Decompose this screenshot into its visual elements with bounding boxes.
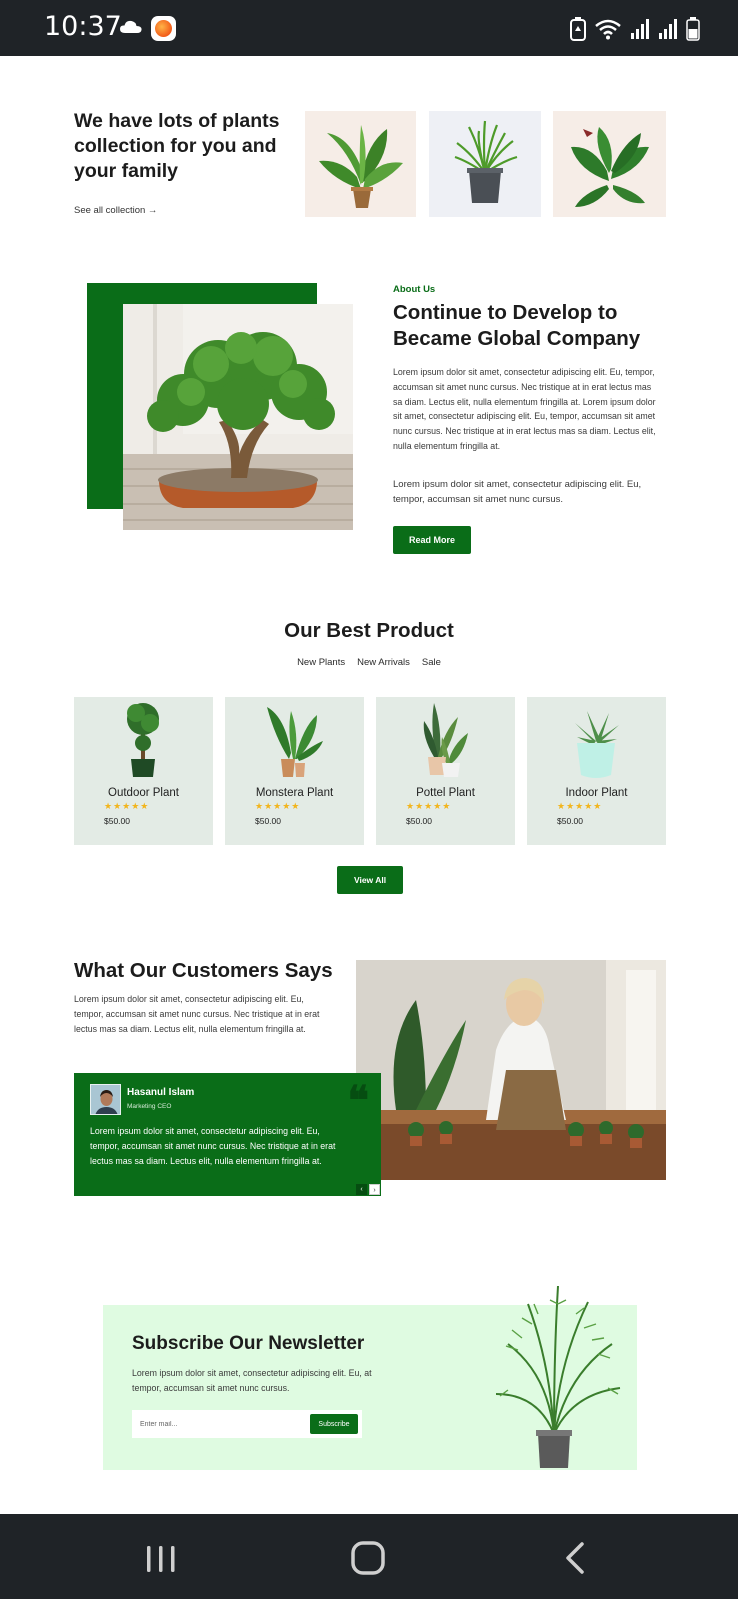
- reviewer-role: Marketing CEO: [127, 1103, 172, 1110]
- tab-sale[interactable]: Sale: [422, 657, 441, 668]
- product-name: Indoor Plant: [565, 787, 628, 799]
- rating-stars-icon: ★★★★★: [557, 801, 603, 811]
- prev-arrow-button[interactable]: ‹: [356, 1184, 367, 1195]
- plant-image: [267, 707, 323, 777]
- product-price: $50.00: [255, 816, 281, 826]
- plant-image: [127, 703, 159, 777]
- palm-plant-image: [488, 1284, 628, 1470]
- avatar: [90, 1084, 121, 1115]
- battery-icon: [686, 17, 700, 41]
- reviewer-name: Hasanul Islam: [127, 1087, 195, 1098]
- product-name: Pottel Plant: [416, 787, 475, 799]
- plant-image: [575, 711, 619, 778]
- see-all-collection-link[interactable]: See all collection →: [74, 205, 157, 216]
- product-card[interactable]: Pottel Plant ★★★★★ $50.00: [376, 697, 515, 845]
- plant-image: [423, 703, 468, 777]
- plant-image: [319, 125, 403, 208]
- product-card[interactable]: Indoor Plant ★★★★★ $50.00: [527, 697, 666, 845]
- newsletter-title: Subscribe Our Newsletter: [132, 1333, 365, 1354]
- testimonials-paragraph: Lorem ipsum dolor sit amet, consectetur …: [74, 994, 320, 1034]
- testimonial-text: Lorem ipsum dolor sit amet, consectetur …: [90, 1126, 336, 1166]
- battery-saver-icon: [570, 17, 586, 41]
- gardener-photo: [356, 960, 666, 1180]
- product-card[interactable]: Monstera Plant ★★★★★ $50.00: [225, 697, 364, 845]
- status-icons: [570, 15, 700, 43]
- cloud-icon: [120, 20, 142, 34]
- product-price: $50.00: [406, 816, 432, 826]
- testimonial-card: Hasanul Islam Marketing CEO ❝ Lorem ipsu…: [74, 1073, 381, 1196]
- products-title: Our Best Product: [284, 619, 454, 642]
- newsletter-form: Subscribe: [132, 1410, 362, 1438]
- rating-stars-icon: ★★★★★: [406, 801, 452, 811]
- plant-image: [571, 127, 649, 207]
- email-field[interactable]: [140, 1416, 300, 1432]
- about-paragraph-1: Lorem ipsum dolor sit amet, consectetur …: [393, 367, 656, 451]
- product-price: $50.00: [557, 816, 583, 826]
- testimonials-title: What Our Customers Says: [74, 959, 333, 982]
- collection-title: We have lots of plants collection for yo…: [74, 110, 280, 182]
- about-kicker: About Us: [393, 284, 436, 295]
- back-icon[interactable]: [556, 1538, 596, 1578]
- recent-apps-icon[interactable]: [141, 1538, 181, 1578]
- plant-image: [454, 120, 518, 203]
- read-more-button[interactable]: Read More: [393, 526, 471, 554]
- tab-new-arrivals[interactable]: New Arrivals: [357, 657, 410, 668]
- rating-stars-icon: ★★★★★: [255, 801, 301, 811]
- newsletter-paragraph: Lorem ipsum dolor sit amet, consectetur …: [132, 1368, 372, 1393]
- tab-new-plants[interactable]: New Plants: [297, 657, 345, 668]
- product-price: $50.00: [104, 816, 130, 826]
- app-notification-icon: [151, 16, 176, 41]
- signal-icon: [658, 18, 678, 40]
- rating-stars-icon: ★★★★★: [104, 801, 150, 811]
- navigation-bar: [0, 1514, 738, 1599]
- home-icon[interactable]: [348, 1538, 388, 1578]
- signal-icon: [630, 18, 650, 40]
- about-paragraph-2: Lorem ipsum dolor sit amet, consectetur …: [393, 479, 642, 505]
- plant-thumb-2[interactable]: [429, 111, 541, 217]
- product-name: Monstera Plant: [255, 787, 334, 799]
- product-tabs: New Plants New Arrivals Sale: [0, 657, 738, 668]
- wifi-icon: [594, 18, 622, 40]
- status-bar: 10:37: [0, 0, 738, 56]
- view-all-button[interactable]: View All: [337, 866, 403, 894]
- status-time: 10:37: [44, 11, 122, 42]
- bonsai-photo: [123, 304, 353, 530]
- about-title: Continue to Develop to Became Global Com…: [393, 301, 641, 350]
- subscribe-button[interactable]: Subscribe: [310, 1414, 358, 1434]
- next-arrow-button[interactable]: ›: [369, 1184, 380, 1195]
- quote-icon: ❝: [347, 1077, 369, 1124]
- plant-thumb-3[interactable]: [553, 111, 666, 217]
- product-name: Outdoor Plant: [108, 787, 179, 799]
- plant-thumb-1[interactable]: [305, 111, 416, 217]
- product-card[interactable]: Outdoor Plant ★★★★★ $50.00: [74, 697, 213, 845]
